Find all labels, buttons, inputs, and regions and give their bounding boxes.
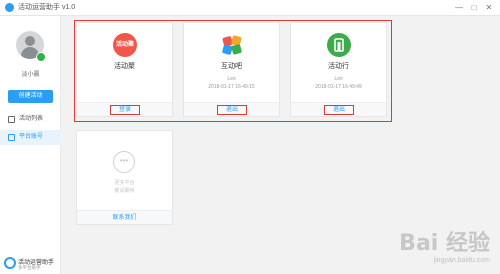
sidebar: 淡小晨 创建活动 活动列表 平台账号 活动运营助手 多平台助手 xyxy=(0,16,61,274)
username: 淡小晨 xyxy=(21,72,40,78)
brand-subtitle: 多平台助手 xyxy=(18,265,41,270)
more-platforms-card: ••• 更多平台 敬请期待 联系我们 xyxy=(76,130,173,225)
card-footer: 联系我们 xyxy=(77,210,172,224)
watermark: Bai 经验 jingyan.baidu.com xyxy=(399,225,490,264)
minimize-button[interactable]: — xyxy=(452,1,466,14)
coming-soon-text: 敬请期待 xyxy=(114,188,135,194)
more-icon: ••• xyxy=(113,151,135,173)
brand-logo-icon xyxy=(4,257,16,269)
window-title: 活动运营助手 v1.0 xyxy=(18,4,76,11)
watermark-url: jingyan.baidu.com xyxy=(433,257,490,264)
avatar-head-shape xyxy=(25,36,35,46)
nav-item-platform-account[interactable]: 平台账号 xyxy=(0,130,61,145)
brand-footer: 活动运营助手 多平台助手 xyxy=(0,254,61,274)
wechat-badge-icon xyxy=(36,52,46,62)
more-platforms-text: 更多平台 xyxy=(114,180,135,186)
nav-item-label: 活动列表 xyxy=(19,116,44,122)
account-icon xyxy=(8,134,15,141)
app-logo-icon xyxy=(5,3,14,12)
watermark-brand: Bai 经验 xyxy=(399,231,490,256)
title-bar: 活动运营助手 v1.0 — □ ✕ xyxy=(0,0,500,16)
contact-us-link[interactable]: 联系我们 xyxy=(77,213,172,223)
nav-item-activity-list[interactable]: 活动列表 xyxy=(0,112,61,127)
maximize-button[interactable]: □ xyxy=(467,1,481,14)
nav-item-label: 平台账号 xyxy=(19,134,44,140)
close-button[interactable]: ✕ xyxy=(482,1,496,14)
create-activity-button[interactable]: 创建活动 xyxy=(8,90,53,103)
list-icon xyxy=(8,116,15,123)
highlight-frame xyxy=(74,20,392,122)
